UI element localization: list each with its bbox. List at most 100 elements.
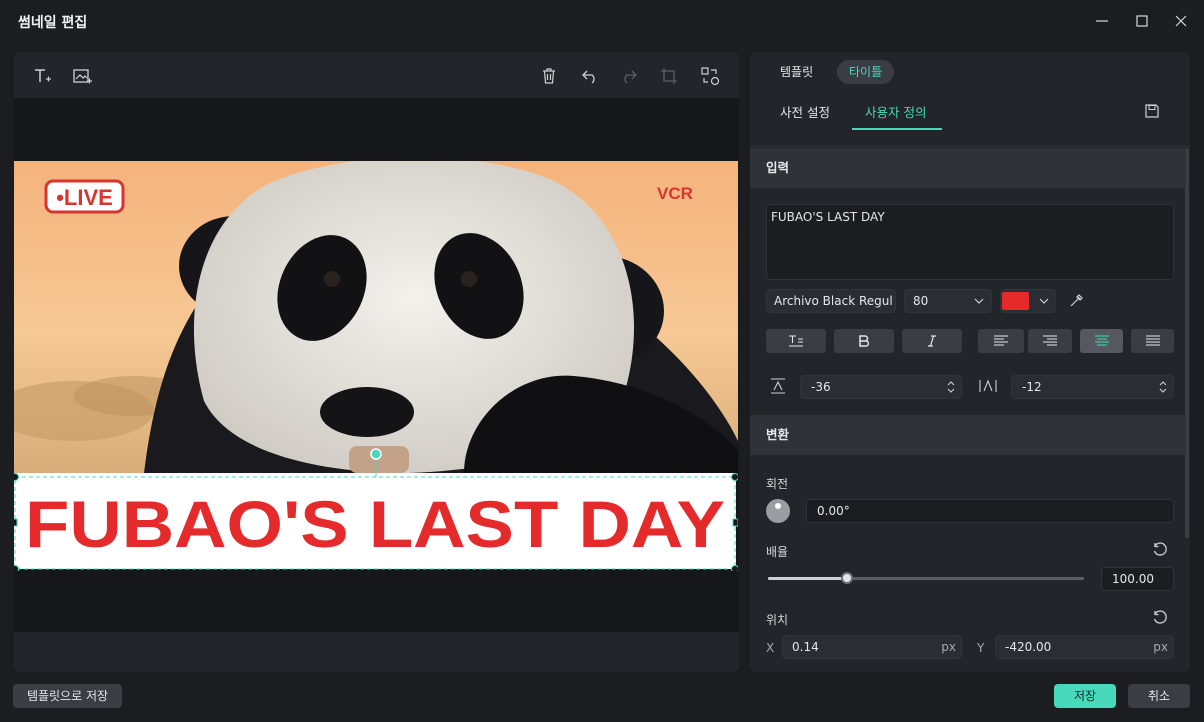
rotate-handle[interactable] <box>370 448 382 460</box>
scale-label: 배율 <box>766 545 789 559</box>
maximize-button[interactable] <box>1129 8 1155 34</box>
align-center-icon <box>1094 335 1109 346</box>
thumbnail-image: •LIVE VCR FUBAO'S LAST DAY <box>14 161 738 571</box>
rotation-input[interactable]: 0.00° <box>806 499 1174 523</box>
resize-handle-br[interactable] <box>731 565 739 572</box>
close-button[interactable] <box>1168 8 1194 34</box>
x-position-value: 0.14 <box>792 640 819 654</box>
scale-slider-fill <box>768 577 847 580</box>
reset-scale-button[interactable] <box>1152 542 1168 561</box>
redo-icon <box>624 70 637 84</box>
color-swatch <box>1002 292 1029 310</box>
char-spacing-icon <box>979 378 997 397</box>
delete-button[interactable] <box>537 64 561 88</box>
properties-panel: 템플릿 타이틀 사전 설정 사용자 정의 입력 FUBAO'S LAST DAY… <box>750 52 1190 672</box>
y-label: Y <box>977 641 985 655</box>
window-title: 썸네일 편집 <box>18 15 88 31</box>
save-preset-button[interactable] <box>1144 103 1160 122</box>
align-center-button[interactable] <box>1080 329 1123 353</box>
eyedropper-icon <box>1070 294 1083 307</box>
input-section-header: 입력 <box>750 148 1186 188</box>
resize-handle-tl[interactable] <box>14 473 19 481</box>
thumbnail-stage: •LIVE VCR FUBAO'S LAST DAY <box>14 161 738 571</box>
font-family-select[interactable]: Archivo Black Regul <box>766 289 896 313</box>
replace-button[interactable] <box>698 64 722 88</box>
subtab-underline <box>852 128 942 130</box>
reset-position-button[interactable] <box>1152 610 1168 629</box>
live-badge-text: •LIVE <box>56 185 113 210</box>
canvas-bottom-strip <box>14 632 739 672</box>
font-color-select[interactable] <box>1000 289 1056 313</box>
undo-button[interactable] <box>578 64 602 88</box>
tab-template[interactable]: 템플릿 <box>768 60 825 84</box>
bold-icon <box>859 335 869 347</box>
x-position-input[interactable]: 0.14 px <box>782 635 962 659</box>
reset-icon <box>1153 542 1167 556</box>
scale-input[interactable]: 100.00 <box>1101 567 1174 591</box>
add-image-icon <box>73 69 92 84</box>
y-position-value: -420.00 <box>1005 640 1052 654</box>
canvas-toolbar <box>14 52 739 98</box>
align-left-button[interactable] <box>978 329 1024 353</box>
font-size-value: 80 <box>913 294 929 308</box>
stepper-icon[interactable] <box>1159 380 1167 394</box>
resize-handle-left[interactable] <box>14 518 18 527</box>
minimize-icon <box>1096 20 1108 22</box>
eyedropper-button[interactable] <box>1068 293 1084 312</box>
transform-section-header: 변환 <box>750 415 1186 455</box>
scale-slider-thumb[interactable] <box>841 572 853 584</box>
text-input-area[interactable]: FUBAO'S LAST DAY <box>766 204 1174 280</box>
subtab-presets[interactable]: 사전 설정 <box>780 102 830 121</box>
maximize-icon <box>1136 15 1148 27</box>
font-size-select[interactable]: 80 <box>904 289 992 313</box>
align-justify-button[interactable] <box>1131 329 1174 353</box>
resize-handle-tr[interactable] <box>731 473 739 481</box>
canvas-panel: •LIVE VCR FUBAO'S LAST DAY <box>14 52 739 672</box>
align-right-button[interactable] <box>1028 329 1072 353</box>
cancel-button[interactable]: 취소 <box>1128 684 1190 708</box>
close-icon <box>1175 15 1187 27</box>
line-spacing-icon <box>770 378 786 397</box>
replace-icon <box>701 67 720 86</box>
undo-icon <box>582 70 595 84</box>
save-button[interactable]: 저장 <box>1054 684 1116 708</box>
tab-title[interactable]: 타이틀 <box>837 60 895 84</box>
scale-slider[interactable] <box>768 572 1084 584</box>
minimize-button[interactable] <box>1089 8 1115 34</box>
line-spacing-value: -36 <box>811 380 831 394</box>
brand-text: VCR <box>657 184 693 203</box>
text-style-button[interactable] <box>766 329 826 353</box>
resize-handle-bl[interactable] <box>14 565 19 572</box>
text-style-icon <box>789 335 803 347</box>
position-label: 위치 <box>766 613 789 627</box>
italic-button[interactable] <box>902 329 962 353</box>
add-text-button[interactable] <box>30 64 54 88</box>
italic-icon <box>928 335 936 347</box>
rotation-dial[interactable] <box>766 499 790 523</box>
align-right-icon <box>1043 335 1057 346</box>
x-unit: px <box>941 640 956 654</box>
x-label: X <box>766 641 775 655</box>
bold-button[interactable] <box>834 329 894 353</box>
save-icon <box>1145 104 1159 118</box>
thumbnail-title-text[interactable]: FUBAO'S LAST DAY <box>25 487 725 561</box>
chevron-down-icon <box>974 298 984 304</box>
redo-button[interactable] <box>617 64 641 88</box>
subtab-custom[interactable]: 사용자 정의 <box>865 102 926 121</box>
resize-handle-right[interactable] <box>732 518 738 527</box>
char-spacing-input[interactable]: -12 <box>1011 375 1174 399</box>
chevron-down-icon <box>1039 298 1049 304</box>
crop-icon <box>661 68 677 84</box>
y-unit: px <box>1153 640 1168 654</box>
reset-icon <box>1153 610 1167 624</box>
y-position-input[interactable]: -420.00 px <box>995 635 1174 659</box>
font-family-value: Archivo Black Regul <box>774 294 893 308</box>
crop-button[interactable] <box>657 64 681 88</box>
line-spacing-input[interactable]: -36 <box>800 375 962 399</box>
rotation-label: 회전 <box>766 477 789 491</box>
save-as-template-button[interactable]: 템플릿으로 저장 <box>13 684 122 708</box>
panel-scrollbar[interactable] <box>1185 148 1189 538</box>
stepper-icon[interactable] <box>947 380 955 394</box>
align-justify-icon <box>1145 335 1160 346</box>
add-image-button[interactable] <box>70 64 94 88</box>
